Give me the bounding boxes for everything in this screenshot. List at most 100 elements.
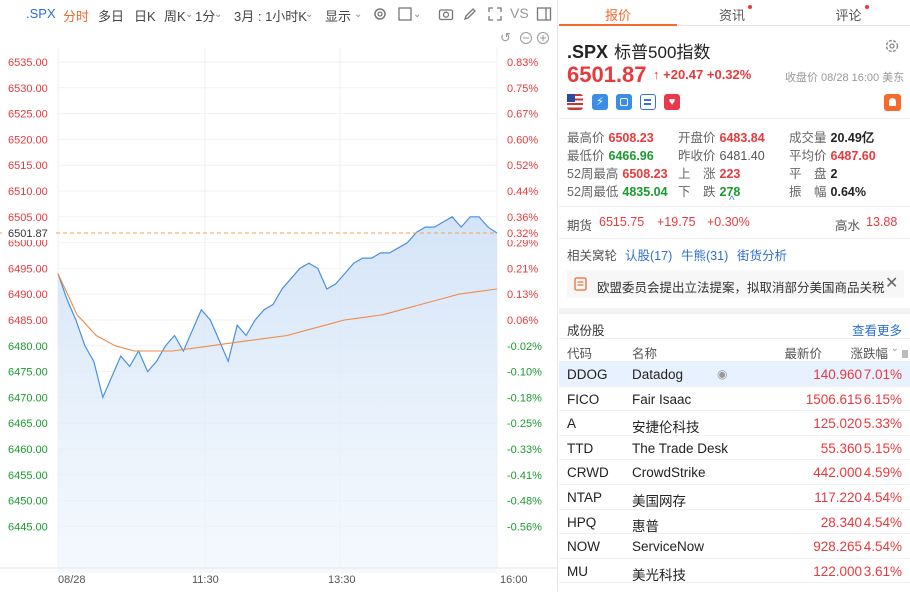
chevron-down-icon[interactable]: ⌄ (305, 9, 313, 20)
bell-icon[interactable] (884, 94, 901, 111)
x-tick: 08/28 (58, 574, 86, 586)
y-tick-left: 6465.00 (8, 418, 48, 430)
settings-gear-icon[interactable] (884, 38, 900, 54)
tab-comments[interactable]: 评论 (794, 5, 910, 24)
futures-row[interactable]: 期货 6515.75 +19.75 +0.30% 高水 13.88 (559, 206, 910, 236)
chevron-down-icon[interactable]: ⌄ (214, 9, 222, 20)
y-tick-right: 0.21% (507, 263, 538, 275)
tab-timeshare[interactable]: 分时 (63, 6, 89, 25)
stat-label: 最低价 (567, 149, 605, 163)
stat-value: 20.49亿 (830, 131, 875, 145)
futures-label: 期货 (567, 219, 593, 233)
col-price[interactable]: 最新价 (784, 343, 822, 362)
call-warrants-link[interactable]: 认股(17) (625, 245, 672, 264)
stat-label: 最高价 (567, 131, 605, 145)
document-icon[interactable] (640, 94, 656, 110)
period-select[interactable]: 3月 : 1小时K (234, 6, 307, 25)
stat-average: 平均价 6487.60 (789, 145, 876, 164)
cell-price: 928.265 (813, 539, 862, 555)
chevron-down-icon[interactable]: ⌄ (413, 9, 421, 20)
y-tick-left: 6480.00 (8, 341, 48, 353)
bull-bear-link[interactable]: 牛熊(31) (681, 245, 728, 264)
y-tick-right: -0.56% (507, 521, 542, 533)
table-header: 代码 名称 最新价 涨跌幅 ⌄ (559, 338, 910, 362)
sort-chevron-icon[interactable]: ⌄ (891, 343, 899, 354)
heart-icon[interactable]: ♥ (664, 94, 680, 110)
lightning-icon[interactable]: ⚡ (592, 94, 608, 110)
display-menu[interactable]: 显示 (325, 6, 351, 25)
stat-prev-close: 昨收价 6481.40 (678, 145, 765, 164)
see-more-link[interactable]: 查看更多 (852, 320, 902, 339)
cell-name: 惠普 (632, 518, 659, 534)
y-tick-right: -0.02% (507, 341, 542, 353)
y-tick-right: 0.36% (507, 212, 538, 224)
tab-quote[interactable]: 报价 (559, 5, 677, 24)
quote-panel: 报价 资讯 评论 .SPX 标普500指数 6501.87 ↑ +20.47 +0… (559, 0, 910, 592)
stat-value: 6481.40 (719, 149, 765, 163)
chevron-down-icon[interactable]: ⌄ (354, 9, 362, 20)
news-notice[interactable]: 欧盟委员会提出立法提案，拟取消部分美国商品关税 ✕ (567, 270, 904, 298)
table-row[interactable]: A 安捷伦科技 125.020 5.33% (559, 411, 910, 436)
camera-icon[interactable] (438, 6, 454, 22)
table-row[interactable]: DDOG Datadog 140.960 7.01% ◉ (559, 362, 910, 387)
chart-controls[interactable]: ↺ (500, 30, 549, 45)
chevron-up-icon[interactable]: ^ (729, 193, 735, 207)
sidebar-toggle-icon[interactable] (536, 6, 552, 22)
chevron-down-icon[interactable]: ⌄ (185, 9, 193, 20)
table-row[interactable]: CRWD CrowdStrike 442.000 4.59% (559, 460, 910, 485)
y-tick-left: 6505.00 (8, 212, 48, 224)
pencil-icon[interactable] (462, 6, 478, 22)
tab-multiday[interactable]: 多日 (98, 6, 124, 25)
stat-low: 最低价 6466.96 (567, 145, 654, 164)
y-tick-left: 6450.00 (8, 496, 48, 508)
quote-tabs: 报价 资讯 评论 (559, 0, 910, 26)
cell-pct: 4.54% (863, 539, 902, 555)
table-row[interactable]: NTAP 美国网存 117.220 4.54% (559, 485, 910, 510)
chart-svg[interactable]: ↺ 6535.00 6530.00 6525.00 6520.00 6515.00 651… (0, 28, 558, 592)
stat-value: 6487.60 (830, 149, 876, 163)
col-name[interactable]: 名称 (632, 343, 657, 362)
y-tick-left: 6515.00 (8, 160, 48, 172)
undo-icon[interactable]: ↺ (500, 30, 511, 45)
tab-news[interactable]: 资讯 (677, 5, 794, 24)
y-tick-right: 0.60% (507, 134, 538, 146)
current-pct-label: 0.32% (507, 228, 538, 240)
y-tick-left: 6475.00 (8, 367, 48, 379)
gear-icon[interactable] (372, 6, 388, 22)
y-tick-left: 6510.00 (8, 186, 48, 198)
vs-button[interactable]: VS (510, 5, 529, 21)
y-tick-right: -0.25% (507, 418, 542, 430)
y-tick-left: 6495.00 (8, 263, 48, 275)
scrollbar[interactable] (902, 350, 908, 358)
stat-value: 2 (830, 167, 838, 181)
price-area (58, 216, 497, 574)
square-icon[interactable] (397, 6, 413, 22)
street-analysis-link[interactable]: 街货分析 (737, 245, 787, 264)
tab-day-k[interactable]: 日K (134, 6, 156, 25)
stat-value: 6508.23 (622, 167, 668, 181)
quote-stats: 最高价 6508.23 开盘价 6483.84 成交量 20.49亿 最低价 6466.… (559, 118, 910, 207)
table-row[interactable]: HPQ 惠普 28.340 4.54% (559, 510, 910, 535)
table-row[interactable]: TTD The Trade Desk 55.360 5.15% (559, 436, 910, 461)
symbol: .SPX (567, 42, 609, 62)
col-change[interactable]: 涨跌幅 (850, 343, 888, 362)
tab-minute[interactable]: 1分 (195, 6, 215, 25)
table-row[interactable]: NOW ServiceNow 928.265 4.54% (559, 534, 910, 559)
stat-label: 开盘价 (678, 131, 716, 145)
tag-icon[interactable] (616, 94, 632, 110)
stat-volume: 成交量 20.49亿 (789, 127, 874, 146)
cell-code: MU (567, 563, 588, 579)
tab-week-k[interactable]: 周K (164, 6, 186, 25)
watch-eye-icon[interactable]: ◉ (717, 367, 727, 381)
fullscreen-icon[interactable] (487, 6, 503, 22)
table-row[interactable]: MU 美光科技 122.000 3.61% (559, 559, 910, 584)
stat-value: 4835.04 (622, 185, 668, 199)
close-icon[interactable]: ✕ (885, 273, 898, 293)
y-tick-right: -0.10% (507, 367, 542, 379)
stat-value: 6466.96 (608, 149, 654, 163)
table-row[interactable]: FICO Fair Isaac 1506.615 6.15% (559, 387, 910, 412)
intraday-chart[interactable]: ↺ 6535.00 6530.00 6525.00 6520.00 6515.00 651… (0, 28, 558, 592)
price-change: ↑ +20.47 +0.32% (653, 67, 751, 82)
col-code[interactable]: 代码 (567, 343, 592, 362)
cell-price: 28.340 (820, 514, 862, 530)
